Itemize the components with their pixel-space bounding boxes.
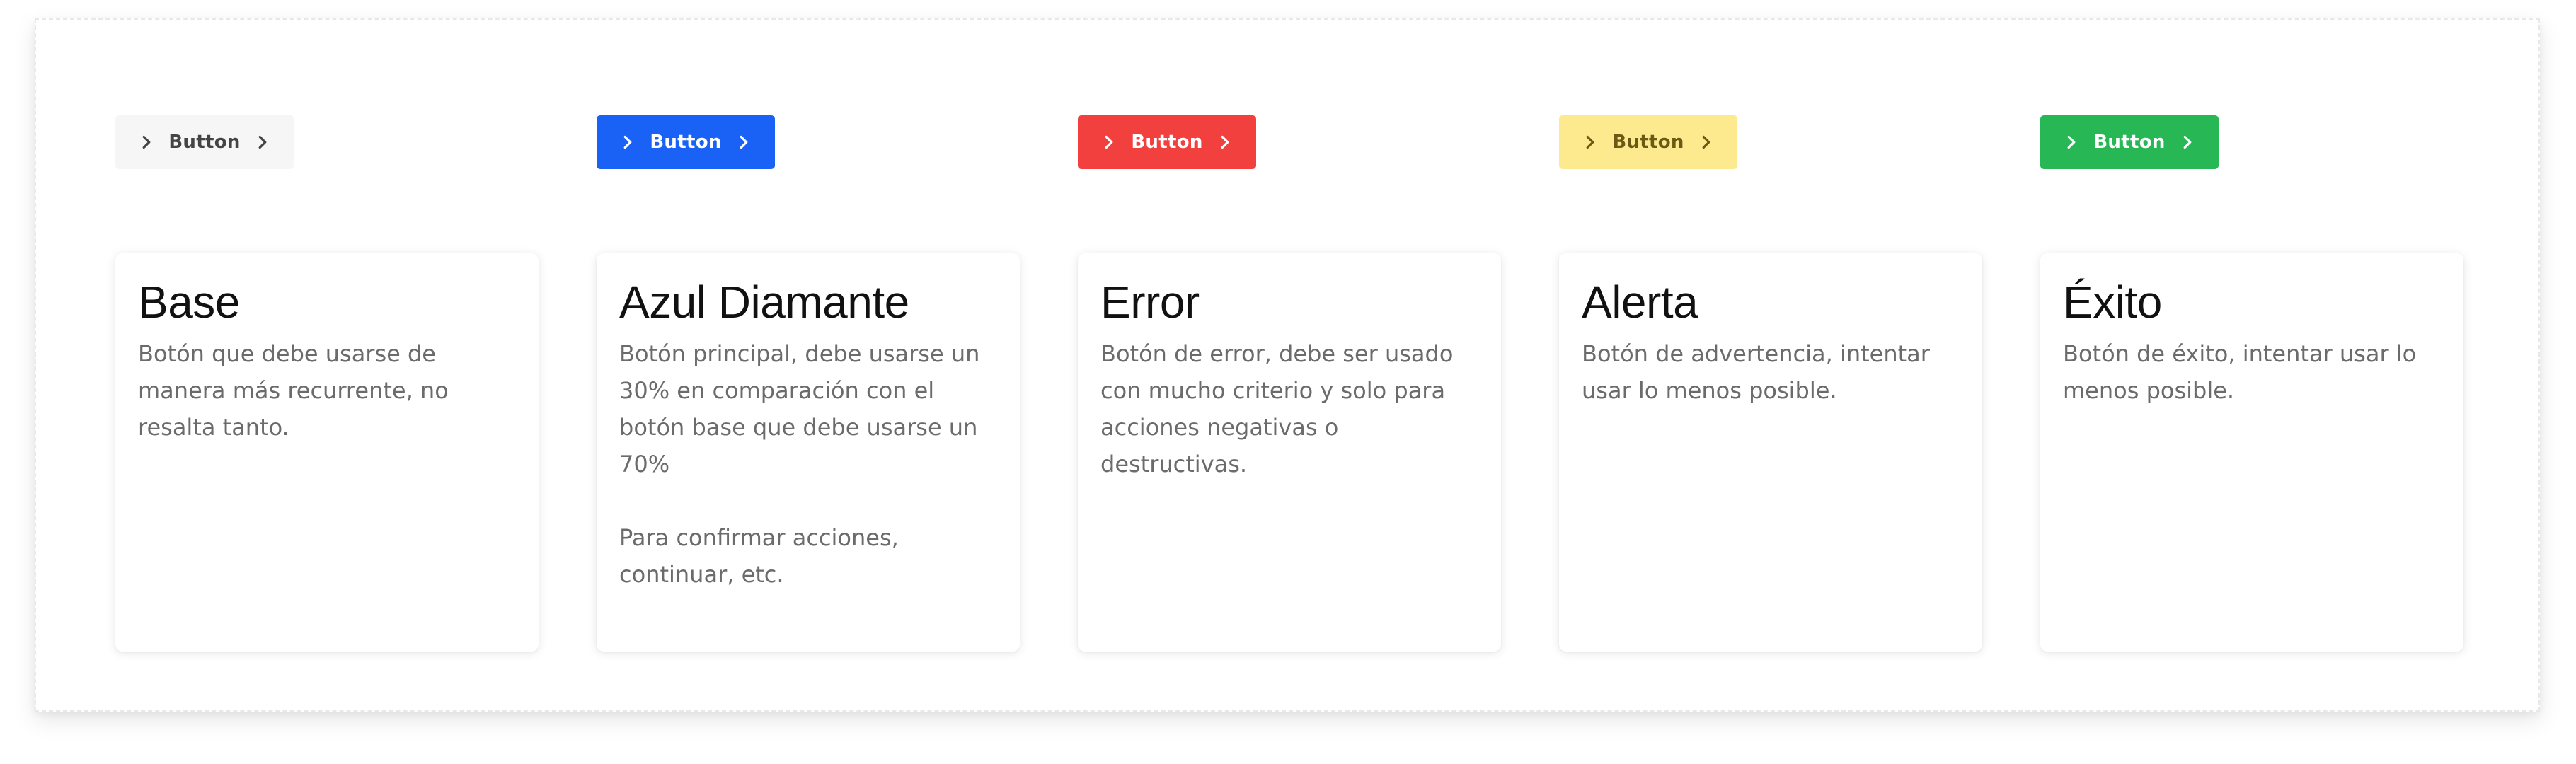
base-button-label: Button: [168, 132, 241, 153]
card-description: Botón de error, debe ser usado con mucho…: [1100, 340, 1454, 478]
error-button-label: Button: [1131, 132, 1203, 153]
card-title: Error: [1100, 277, 1200, 328]
success-button[interactable]: Button: [2040, 115, 2219, 169]
card-title: Alerta: [1582, 277, 1698, 328]
chevron-right-icon: [1580, 132, 1601, 153]
chevron-right-icon: [252, 132, 273, 153]
chevron-right-icon: [2177, 132, 2198, 153]
chevron-right-icon: [136, 132, 157, 153]
card-title: Éxito: [2063, 277, 2162, 328]
base-button[interactable]: Button: [115, 115, 294, 169]
success-button-label: Button: [2093, 132, 2166, 153]
chevron-right-icon: [1098, 132, 1120, 153]
chevron-right-icon: [1696, 132, 1717, 153]
card-error: Error Botón de error, debe ser usado con…: [1078, 253, 1501, 652]
card-alerta: Alerta Botón de advertencia, intentar us…: [1559, 253, 1982, 652]
component-showcase-frame: Button Button Button Button Button Base …: [35, 18, 2540, 712]
card-description: Botón que debe usarse de manera más recu…: [138, 340, 449, 441]
blue-diamond-button[interactable]: Button: [597, 115, 775, 169]
card-description: Botón de éxito, intentar usar lo menos p…: [2063, 340, 2417, 405]
blue-diamond-button-label: Button: [650, 132, 722, 153]
card-title: Azul Diamante: [619, 277, 909, 328]
card-exito: Éxito Botón de éxito, intentar usar lo m…: [2040, 253, 2463, 652]
card-base: Base Botón que debe usarse de manera más…: [115, 253, 539, 652]
error-button[interactable]: Button: [1078, 115, 1256, 169]
card-azul-diamante: Azul Diamante Botón principal, debe usar…: [597, 253, 1020, 652]
chevron-right-icon: [1214, 132, 1236, 153]
chevron-right-icon: [2061, 132, 2082, 153]
chevron-right-icon: [733, 132, 754, 153]
warning-button-label: Button: [1612, 132, 1684, 153]
card-description: Botón principal, debe usarse un 30% en c…: [619, 340, 980, 589]
chevron-right-icon: [617, 132, 638, 153]
warning-button[interactable]: Button: [1559, 115, 1737, 169]
card-description: Botón de advertencia, intentar usar lo m…: [1582, 340, 1930, 405]
card-title: Base: [138, 277, 240, 328]
